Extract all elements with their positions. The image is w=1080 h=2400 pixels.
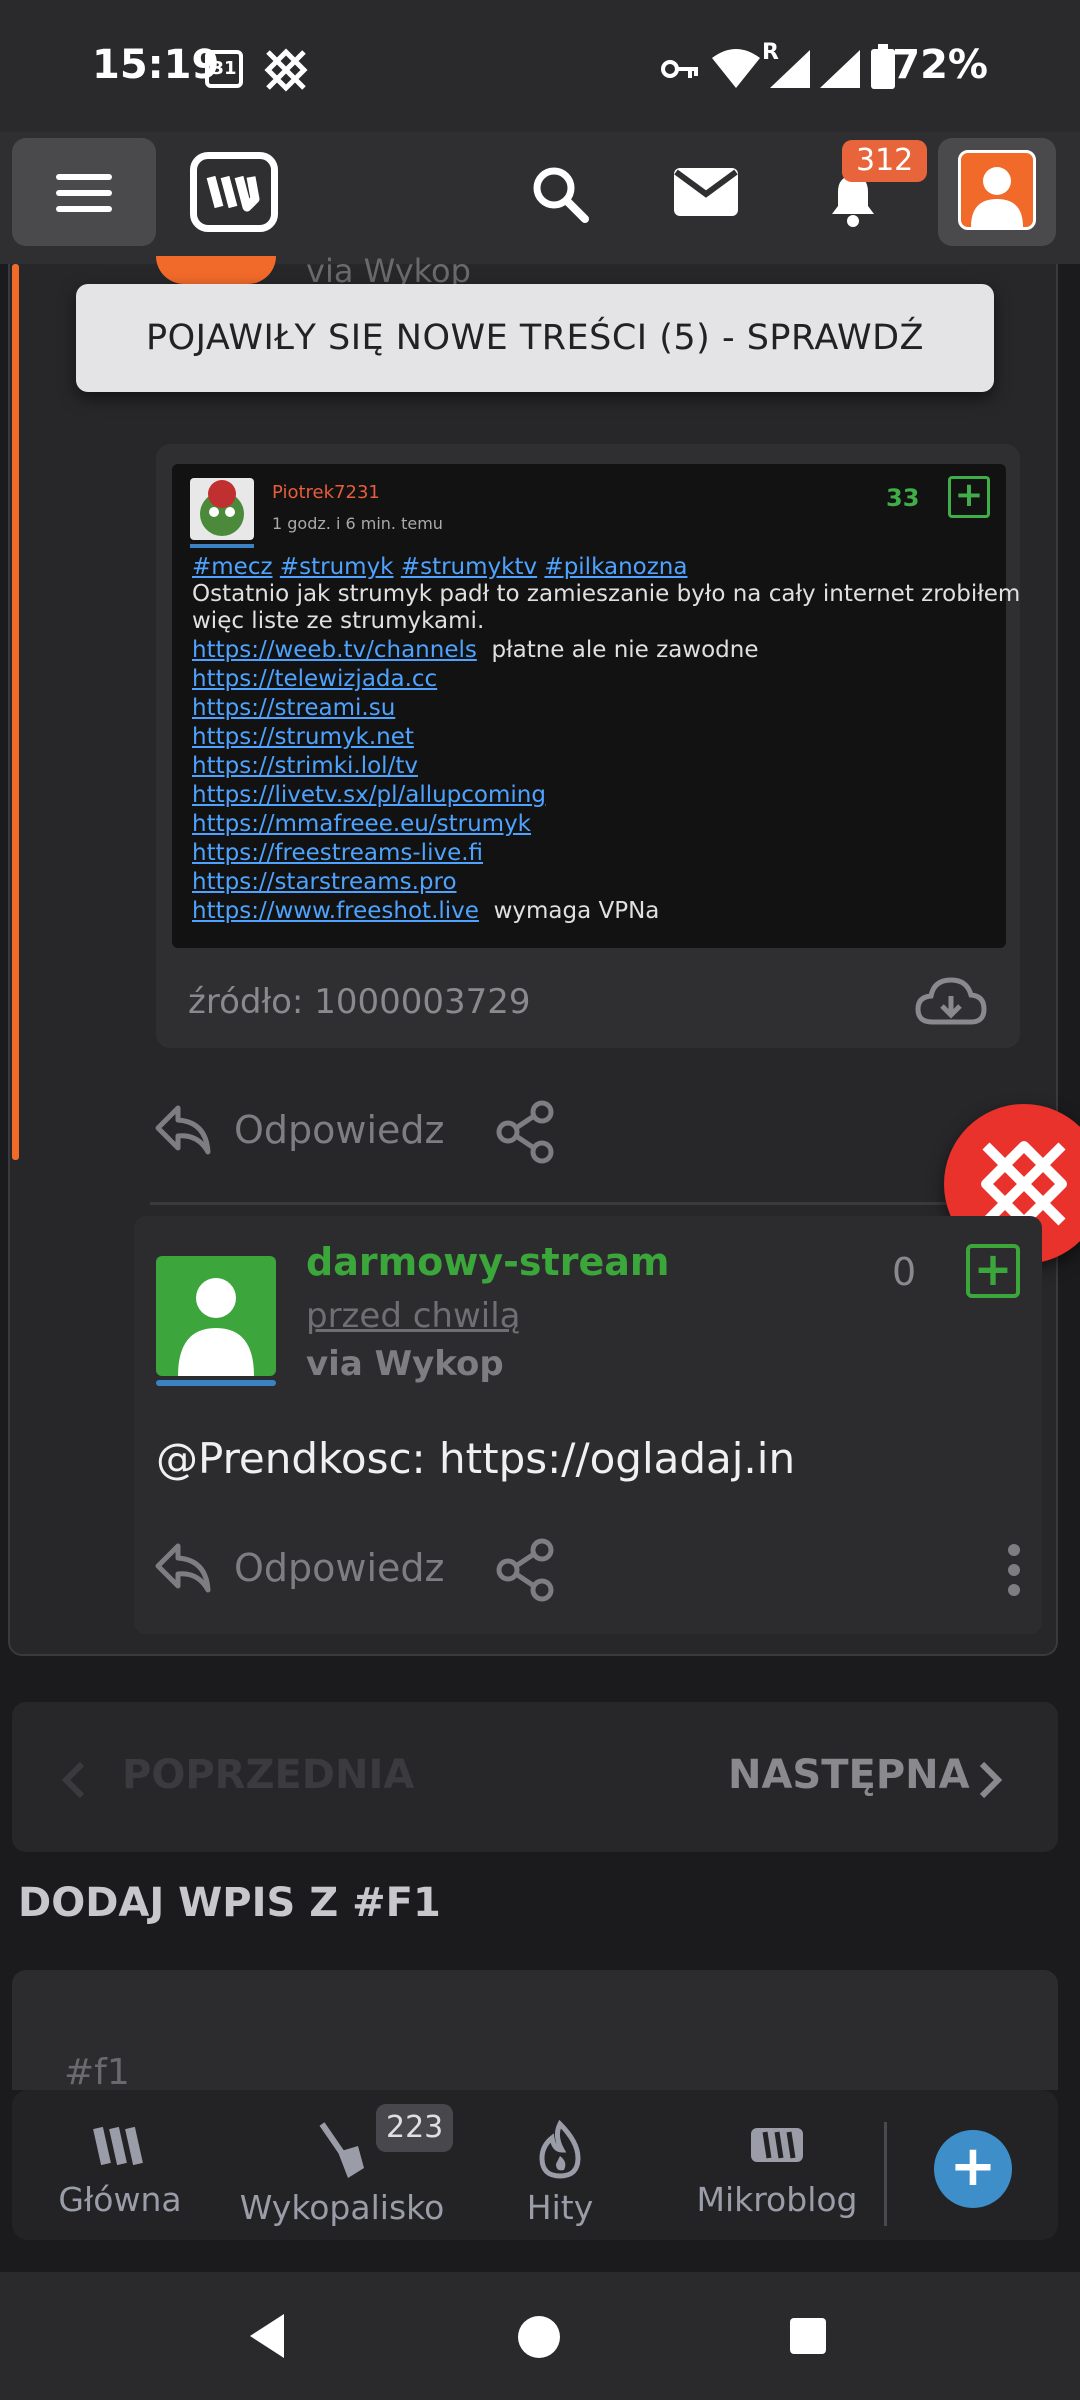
more-options-icon[interactable] bbox=[1004, 1542, 1024, 1598]
vpn-key-icon bbox=[661, 60, 698, 78]
embed-link-row: https://strimki.lol/tv bbox=[192, 753, 418, 779]
download-cloud-icon[interactable] bbox=[914, 976, 988, 1028]
add-entry-title: DODAJ WPIS Z #F1 bbox=[18, 1880, 441, 1926]
share-icon[interactable] bbox=[494, 1538, 558, 1602]
image-source: źródło: 1000003729 bbox=[188, 982, 531, 1022]
thread-indicator bbox=[12, 264, 19, 1160]
share-icon[interactable] bbox=[494, 1100, 558, 1164]
new-content-button[interactable]: POJAWIŁY SIĘ NOWE TREŚCI (5) - SPRAWDŹ bbox=[76, 284, 994, 392]
fire-icon bbox=[539, 2120, 581, 2179]
wykopalisko-badge: 223 bbox=[376, 2104, 454, 2152]
user-icon bbox=[971, 167, 1023, 227]
shovel-icon bbox=[319, 2122, 364, 2178]
embed-link-row: https://telewizjada.cc bbox=[192, 666, 438, 692]
hamburger-icon bbox=[56, 174, 112, 180]
embed-link-row: https://mmafreee.eu/strumyk bbox=[192, 811, 532, 837]
signal-icon-1 bbox=[770, 50, 810, 88]
entry-input[interactable] bbox=[12, 1970, 1058, 2090]
embed-link-row: https://streami.su bbox=[192, 695, 396, 721]
nav-divider bbox=[884, 2122, 887, 2226]
entry-tag-text: #f1 bbox=[64, 2052, 130, 2093]
embed-link-row: https://strumyk.net bbox=[192, 724, 414, 750]
back-icon[interactable] bbox=[246, 2312, 288, 2360]
nav-item-glowna[interactable]: Główna bbox=[50, 2120, 190, 2219]
chevron-right-icon bbox=[979, 1761, 1003, 1799]
avatar-underline bbox=[156, 1380, 276, 1386]
home-circle-icon[interactable] bbox=[516, 2314, 562, 2360]
embed-body-line: więc liste ze strumykami. bbox=[192, 608, 485, 634]
embed-time: 1 godz. i 6 min. temu bbox=[272, 514, 443, 533]
add-post-button[interactable]: + bbox=[934, 2130, 1012, 2208]
embedded-screenshot[interactable]: Piotrek7231 1 godz. i 6 min. temu 33 + #… bbox=[172, 464, 1020, 948]
embed-link-row: https://livetv.sx/pl/allupcoming bbox=[192, 782, 546, 808]
previous-page-button[interactable]: POPRZEDNIA bbox=[122, 1752, 414, 1798]
upvote-plus-icon[interactable]: + bbox=[966, 1244, 1020, 1298]
comment-via: via Wykop bbox=[306, 1344, 504, 1384]
chevron-left-icon bbox=[61, 1761, 85, 1799]
embed-author: Piotrek7231 bbox=[272, 482, 380, 503]
search-icon[interactable] bbox=[530, 164, 590, 224]
calendar-icon: 31 bbox=[205, 50, 243, 88]
menu-button[interactable] bbox=[12, 138, 156, 246]
battery-percent: 72% bbox=[892, 42, 988, 88]
avatar bbox=[958, 150, 1036, 230]
reply-button[interactable]: Odpowiedz bbox=[234, 1108, 444, 1152]
embed-body-line: Ostatnio jak strumyk padł to zamieszanie… bbox=[192, 581, 1021, 607]
wykop-logo-icon bbox=[206, 175, 260, 212]
recents-icon[interactable] bbox=[788, 2316, 828, 2356]
wifi-icon bbox=[712, 49, 760, 88]
embed-link-row: https://starstreams.pro bbox=[192, 869, 457, 895]
notification-badge: 312 bbox=[842, 140, 928, 182]
next-page-button[interactable]: NASTĘPNA bbox=[728, 1752, 970, 1798]
embed-link-row: https://freestreams-live.fi bbox=[192, 840, 484, 866]
microblog-icon bbox=[751, 2128, 803, 2162]
embed-plus-icon: + bbox=[948, 476, 990, 518]
reply-icon[interactable] bbox=[154, 1540, 212, 1596]
wykop-logo[interactable] bbox=[190, 152, 278, 232]
nav-item-hity[interactable]: Hity bbox=[500, 2120, 620, 2227]
partial-avatar bbox=[156, 256, 276, 284]
divider bbox=[150, 1202, 1050, 1205]
user-avatar-button[interactable] bbox=[938, 138, 1056, 246]
embed-tags: #mecz #strumyk #strumyktv #pilkanozna bbox=[192, 554, 688, 580]
embed-score: 33 bbox=[886, 484, 920, 512]
comment-time[interactable]: przed chwilą bbox=[306, 1296, 521, 1336]
reply-icon[interactable] bbox=[154, 1102, 212, 1158]
wykop-app-status-icon bbox=[264, 48, 308, 92]
status-time: 15:19 bbox=[92, 42, 220, 88]
embed-avatar bbox=[190, 478, 254, 540]
embed-link-row: https://weeb.tv/channels płatne ale nie … bbox=[192, 637, 759, 663]
comment-author[interactable]: darmowy-stream bbox=[306, 1240, 669, 1284]
comment-score: 0 bbox=[892, 1250, 917, 1294]
signal-icon-2 bbox=[820, 50, 860, 88]
comment-body: @Prendkosc: https://ogladaj.in bbox=[156, 1434, 796, 1483]
home-icon bbox=[93, 2126, 143, 2166]
nav-item-mikroblog[interactable]: Mikroblog bbox=[686, 2120, 868, 2219]
reply-button[interactable]: Odpowiedz bbox=[234, 1546, 444, 1590]
embed-link-row: https://www.freeshot.live wymaga VPNa bbox=[192, 898, 660, 924]
user-icon bbox=[178, 1278, 254, 1376]
mail-icon[interactable] bbox=[672, 166, 740, 218]
embed-avatar-underline bbox=[190, 544, 254, 548]
comment-avatar[interactable] bbox=[156, 1256, 276, 1376]
